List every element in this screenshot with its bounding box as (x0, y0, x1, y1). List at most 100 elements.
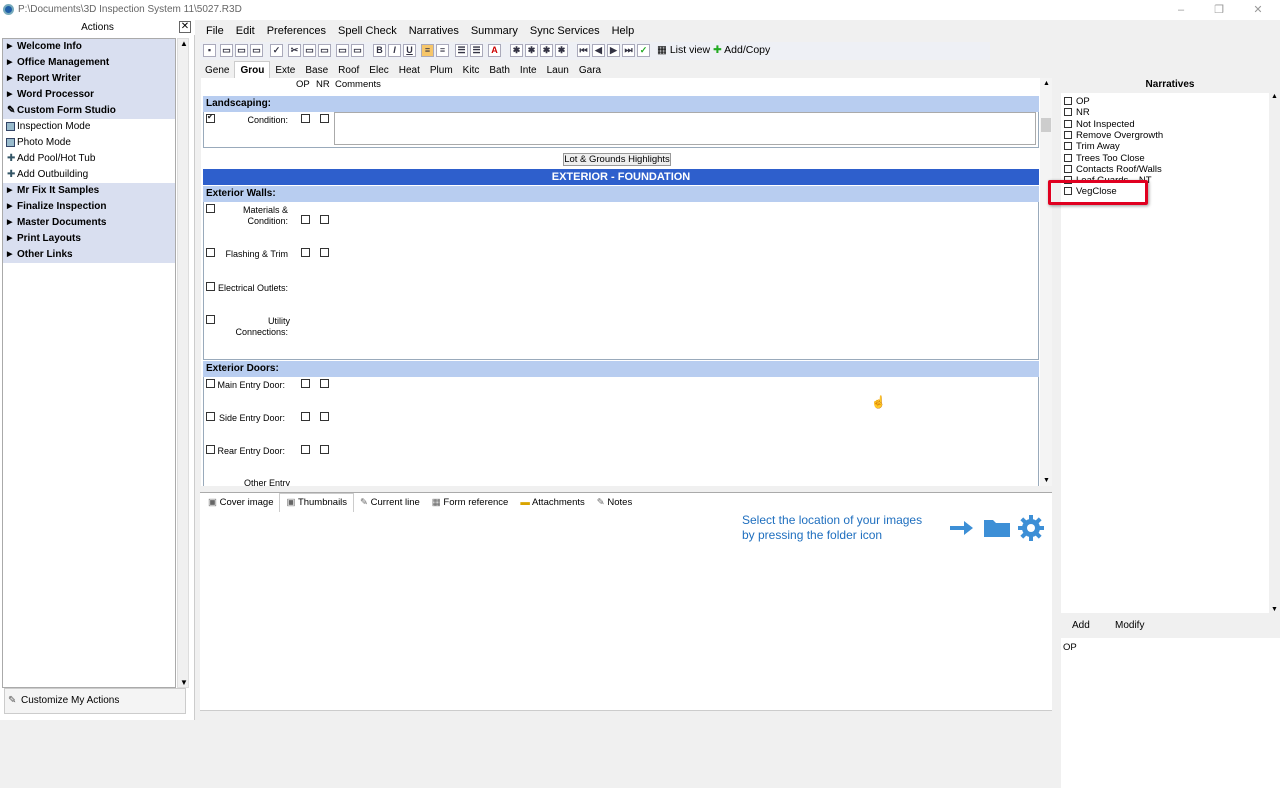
action-item[interactable]: ▶ Master Documents (3, 215, 175, 231)
menu-item[interactable]: Summary (465, 22, 524, 40)
menu-item[interactable]: Sync Services (524, 22, 606, 40)
cut-icon[interactable]: ✂ (288, 44, 301, 57)
flashing-op-checkbox[interactable] (301, 248, 310, 257)
rear-door-nr-checkbox[interactable] (320, 445, 329, 454)
condition-comment-field[interactable] (334, 112, 1036, 145)
highlights-button[interactable]: Lot & Grounds Highlights (563, 153, 671, 166)
section-tab[interactable]: Gara (574, 62, 606, 79)
customize-actions-button[interactable]: ✎ Customize My Actions (4, 688, 186, 714)
tool-2-icon[interactable]: ✱ (525, 44, 538, 57)
section-tab[interactable]: Bath (484, 62, 515, 79)
gear-icon[interactable] (1017, 514, 1045, 542)
bottom-tab[interactable]: ▣ Thumbnails (279, 493, 355, 512)
bottom-tab[interactable]: ✎ Notes (591, 494, 638, 512)
action-item[interactable]: ▶ Mr Fix It Samples (3, 183, 175, 199)
save-icon[interactable]: ▪ (203, 44, 216, 57)
insert-icon[interactable]: ▭ (336, 44, 349, 57)
last-record-icon[interactable]: ⏭ (622, 44, 635, 57)
section-tab[interactable]: Laun (542, 62, 574, 79)
bottom-tab[interactable]: ▬ Attachments (514, 494, 590, 512)
section-tab[interactable]: Base (300, 62, 333, 79)
section-tab[interactable]: Roof (333, 62, 364, 79)
main-door-op-checkbox[interactable] (301, 379, 310, 388)
action-item[interactable]: ▶ Finalize Inspection (3, 199, 175, 215)
nar-scroll-up-icon[interactable]: ▲ (1271, 93, 1278, 100)
condition-nr-checkbox[interactable] (320, 114, 329, 123)
print-preview-icon[interactable]: ▭ (235, 44, 248, 57)
bottom-tab[interactable]: ▦ Form reference (426, 494, 515, 512)
menu-item[interactable]: Spell Check (332, 22, 403, 40)
first-record-icon[interactable]: ⏮ (577, 44, 590, 57)
scroll-down-icon[interactable]: ▼ (180, 678, 188, 687)
restore-icon[interactable]: ❐ (1212, 3, 1226, 17)
align-center-icon[interactable]: ≡ (436, 44, 449, 57)
next-record-icon[interactable]: ▶ (607, 44, 620, 57)
narrative-item[interactable]: OP (1064, 96, 1090, 107)
section-tab[interactable]: Elec (364, 62, 393, 79)
form-scroll-up-icon[interactable]: ▲ (1043, 80, 1050, 87)
narrative-checkbox[interactable] (1064, 119, 1072, 128)
format-icon[interactable]: ▭ (351, 44, 364, 57)
bottom-tab[interactable]: ✎ Current line (354, 494, 426, 512)
bottom-tab[interactable]: ▣ Cover image (202, 494, 279, 512)
close-icon[interactable]: ✕ (1251, 3, 1265, 17)
menu-item[interactable]: Edit (230, 22, 261, 40)
copy-doc-icon[interactable]: ▭ (250, 44, 263, 57)
section-tab[interactable]: Gene (200, 62, 234, 79)
narrative-item[interactable]: Remove Overgrowth (1064, 130, 1163, 141)
paste-icon[interactable]: ▭ (318, 44, 331, 57)
check-icon[interactable]: ✓ (637, 44, 650, 57)
section-tab[interactable]: Exte (270, 62, 300, 79)
form-scrollbar[interactable]: ▲ ▼ (1040, 78, 1052, 486)
align-left-icon[interactable]: ≡ (421, 44, 434, 57)
narrative-checkbox[interactable] (1064, 108, 1072, 117)
tool-3-icon[interactable]: ✱ (540, 44, 553, 57)
side-door-op-checkbox[interactable] (301, 412, 310, 421)
materials-op-checkbox[interactable] (301, 215, 310, 224)
section-tab[interactable]: Kitc (458, 62, 485, 79)
action-item[interactable]: ▶ Office Management (3, 55, 175, 71)
section-tab[interactable]: Grou (234, 61, 271, 79)
copy-icon[interactable]: ▭ (303, 44, 316, 57)
section-tab[interactable]: Plum (425, 62, 458, 79)
actions-scrollbar[interactable]: ▲ ▼ (177, 38, 189, 688)
narrative-checkbox[interactable] (1064, 142, 1072, 151)
add-copy-button[interactable]: ✚ Add/Copy (713, 44, 770, 56)
tool-1-icon[interactable]: ✱ (510, 44, 523, 57)
action-item[interactable]: ✚ Add Pool/Hot Tub (3, 151, 175, 167)
spell-icon[interactable]: ✓ (270, 44, 283, 57)
numbering-icon[interactable]: ☰ (470, 44, 483, 57)
menu-item[interactable]: Help (606, 22, 641, 40)
print-icon[interactable]: ▭ (220, 44, 233, 57)
minimize-icon[interactable]: – (1174, 3, 1188, 17)
action-item[interactable]: Photo Mode (3, 135, 175, 151)
narrative-checkbox[interactable] (1064, 130, 1072, 139)
action-item[interactable]: ▶ Word Processor (3, 87, 175, 103)
menu-item[interactable]: Preferences (261, 22, 332, 40)
prev-record-icon[interactable]: ◀ (592, 44, 605, 57)
menu-item[interactable]: File (200, 22, 230, 40)
underline-icon[interactable]: U (403, 44, 416, 57)
tool-4-icon[interactable]: ✱ (555, 44, 568, 57)
narratives-scrollbar[interactable]: ▲ ▼ (1270, 93, 1280, 613)
narrative-item[interactable]: Trees Too Close (1064, 153, 1145, 164)
bullets-icon[interactable]: ☰ (455, 44, 468, 57)
narrative-checkbox[interactable] (1064, 97, 1072, 105)
action-item[interactable]: ▶ Welcome Info (3, 39, 175, 55)
scroll-up-icon[interactable]: ▲ (180, 39, 188, 48)
action-item[interactable]: ▶ Print Layouts (3, 231, 175, 247)
side-door-nr-checkbox[interactable] (320, 412, 329, 421)
narrative-item[interactable]: Trim Away (1064, 141, 1120, 152)
narrative-item[interactable]: NR (1064, 107, 1090, 118)
flashing-nr-checkbox[interactable] (320, 248, 329, 257)
narrative-checkbox[interactable] (1064, 164, 1072, 173)
main-door-nr-checkbox[interactable] (320, 379, 329, 388)
list-view-button[interactable]: ▦ List view (657, 44, 710, 56)
section-tab[interactable]: Inte (515, 62, 542, 79)
font-color-icon[interactable]: A (488, 44, 501, 57)
narrative-item[interactable]: Not Inspected (1064, 119, 1135, 130)
rear-door-op-checkbox[interactable] (301, 445, 310, 454)
action-item[interactable]: Inspection Mode (3, 119, 175, 135)
modify-narrative-button[interactable]: Modify (1115, 620, 1144, 631)
narrative-item[interactable]: Contacts Roof/Walls (1064, 164, 1162, 175)
